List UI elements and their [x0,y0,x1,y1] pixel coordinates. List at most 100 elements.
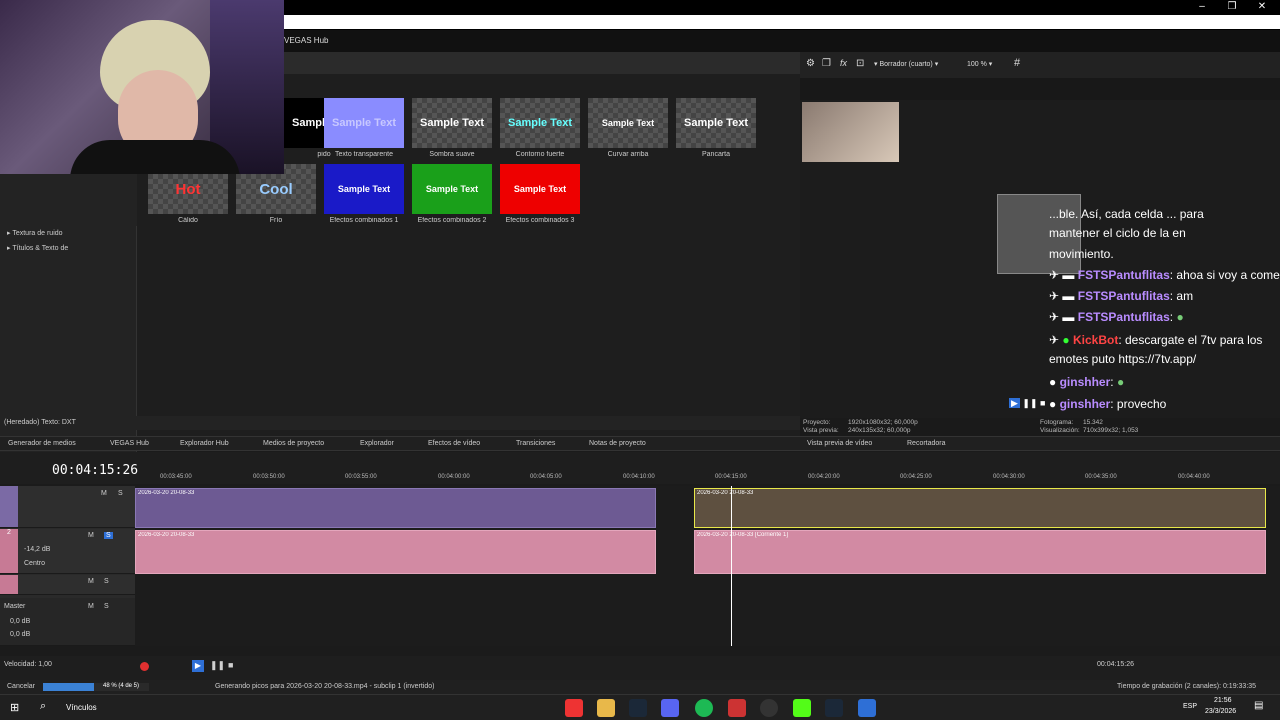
clock-date[interactable]: 23/3/2026 [1205,708,1236,715]
chat-line: ● ginshher: provecho [1049,397,1167,411]
chrome-icon[interactable] [565,699,583,717]
frog-emote-icon: ● [1116,375,1125,389]
preset-status: (Heredado) Texto: DXT [0,416,800,430]
preset-item[interactable]: Sample Text Pancarta [676,98,756,160]
close-button[interactable]: ✕ [1247,1,1277,13]
grid-icon[interactable]: # [1014,57,1020,69]
preset-item[interactable]: Sample Text Efectos combinados 3 [500,164,580,226]
chat-overlay: ...ble. Así, cada celda ... para mantene… [1045,207,1280,427]
mute-button[interactable]: M [88,603,94,610]
tab-project-media[interactable]: Medios de proyecto [263,437,324,452]
chat-line: ✈ ▬ FSTSPantuflitas: am [1049,289,1194,303]
tree-item[interactable]: ▸ Títulos & Texto de [0,241,136,256]
video-clip[interactable]: 2026-03-20 20-08-33 [135,488,656,528]
taskbar-search-label[interactable]: Vínculos [66,703,97,712]
video-clip-selected[interactable]: 2026-03-20 20-08-33 [694,488,1266,528]
progress-fill [43,683,94,691]
preset-thumb: Sample Text [676,98,756,148]
preset-item[interactable]: Sample Text Contorno fuerte [500,98,580,160]
notification-icon[interactable]: ▤ [1254,700,1263,711]
preview-info: Proyecto: 1920x1080x32; 60,000p Vista pr… [800,418,1280,438]
spotify-icon[interactable] [695,699,713,717]
mute-button[interactable]: M [101,490,107,497]
preset-label: Pancarta [701,151,731,158]
maximize-button[interactable]: ❐ [1217,1,1247,13]
pause-button[interactable]: ❚❚ [210,660,225,671]
tab-media-generator[interactable]: Generador de medios [8,437,76,452]
tab-video-preview[interactable]: Vista previa de vídeo [807,437,872,452]
audio-track-header[interactable]: 2 M S -14,2 dB Centro [0,529,135,574]
tab-trimmer[interactable]: Recortadora [907,437,946,452]
menu-bar: VEGAS Hub [284,30,1280,52]
preset-label: Cálido [178,217,198,224]
chat-line: ✈ ▬ FSTSPantuflitas: ahoa si voy a comer [1049,268,1280,282]
preset-thumb: Sample Text [324,98,404,148]
time-ruler[interactable]: 00:03:45:00 00:03:50:00 00:03:55:00 00:0… [135,474,1280,486]
solo-button[interactable]: S [104,603,109,610]
audio-clip[interactable]: 2026-03-20 20-08-33 [135,530,656,574]
audio-clip[interactable]: 2026-03-20 20-08-33 [Corriente 1] [694,530,1266,574]
preset-item[interactable]: Sample Text Efectos combinados 1 [324,164,404,226]
tab-video-fx[interactable]: Efectos de vídeo [428,437,480,452]
tab-transitions[interactable]: Transiciones [516,437,555,452]
gear-icon[interactable]: ⚙ [806,58,815,69]
video-track-header[interactable]: M S [0,486,135,528]
vegas-icon[interactable] [858,699,876,717]
preset-label: Texto transparente [335,151,393,158]
fx-icon[interactable]: fx [840,58,847,68]
master-label: Master [4,603,26,610]
preset-item[interactable]: Sample Text Curvar arriba [588,98,668,160]
video-webcam-thumb [802,102,899,162]
master-track-header[interactable]: Master M S 0,0 dB 0,0 dB [0,598,135,646]
stop-button[interactable]: ■ [228,660,233,670]
track-headers: M S 2 M S -14,2 dB Centro M S Master M S… [0,486,135,646]
chat-line: movimiento. [1049,247,1114,261]
preset-item[interactable]: Sample Text Sombra suave [412,98,492,160]
cancel-button[interactable]: Cancelar [7,683,35,690]
split-icon[interactable]: ❐ [822,58,831,69]
tab-explorer[interactable]: Explorador [360,437,394,452]
steam-icon-2[interactable] [825,699,843,717]
chat-line: ● ginshher: ● [1049,375,1125,389]
mute-button[interactable]: M [88,578,94,585]
transport-bar: Velocidad: 1,00 ▶ ❚❚ ■ 00:04:15:26 [0,656,1280,680]
preset-item[interactable]: Sample Text Efectos combinados 2 [412,164,492,226]
voicemeeter-icon[interactable] [728,699,746,717]
preview-play-controls[interactable]: ▶ ❚❚ ■ [1009,398,1045,409]
preview-toolbar: ⚙ ❐ fx ⊡ ▾ Borrador (cuarto) ▾ 100 % ▾ # [800,52,1280,78]
discord-icon[interactable] [661,699,679,717]
steam-icon[interactable] [629,699,647,717]
tab-vegas-hub[interactable]: VEGAS Hub [110,437,149,452]
status-bar: Cancelar 48 % (4 de 5) Generando picos p… [0,680,1280,694]
obs-icon[interactable] [760,699,778,717]
mute-button[interactable]: M [88,532,94,539]
progress-bar: 48 % (4 de 5) [43,683,149,691]
kick-icon[interactable] [793,699,811,717]
timecode-display: 00:04:15:26 [52,463,139,478]
language-indicator[interactable]: ESP [1183,703,1197,710]
master-vol-right: 0,0 dB [10,631,31,638]
play-button[interactable]: ▶ [192,660,204,672]
overlay-icon[interactable]: ⊡ [856,58,864,69]
record-button[interactable] [140,662,149,671]
preview-mode-dropdown[interactable]: ▾ Borrador (cuarto) ▾ [874,60,938,68]
folder-icon[interactable] [597,699,615,717]
video-preview-panel: ⚙ ❐ fx ⊡ ▾ Borrador (cuarto) ▾ 100 % ▾ #… [800,52,1280,438]
clock-time[interactable]: 21:56 [1214,697,1232,704]
preset-item[interactable]: Sample Text Texto transparente [324,98,404,160]
start-icon[interactable]: ⊞ [10,701,19,714]
tree-item[interactable]: ▸ Textura de ruido [0,226,136,241]
zoom-dropdown[interactable]: 100 % ▾ [967,60,992,68]
solo-button[interactable]: S [104,532,113,539]
playhead[interactable] [731,486,732,646]
search-icon[interactable]: ⌕ [40,700,46,713]
tab-hub-explorer[interactable]: Explorador Hub [180,437,229,452]
solo-button[interactable]: S [104,578,109,585]
solo-button[interactable]: S [118,490,123,497]
tab-project-notes[interactable]: Notas de proyecto [589,437,646,452]
minimize-button[interactable]: – [1187,1,1217,13]
preset-label: Efectos combinados 1 [329,217,399,224]
webcam-shirt [70,140,240,174]
track-header-3[interactable]: M S [0,575,135,595]
timeline-tracks[interactable]: 2026-03-20 20-08-33 2026-03-20 20-08-33 … [135,486,1280,646]
